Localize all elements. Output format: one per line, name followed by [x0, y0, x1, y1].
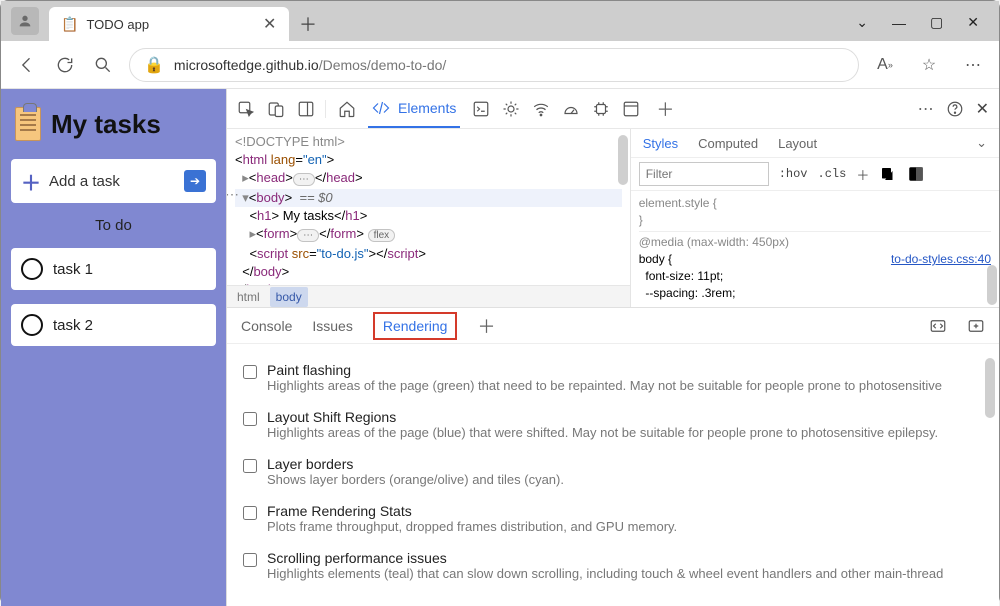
- maximize-button[interactable]: ▢: [930, 14, 943, 31]
- more-icon[interactable]: ⋯: [961, 53, 985, 77]
- new-rule-icon[interactable]: ＋: [856, 165, 869, 184]
- tab-issues[interactable]: Issues: [312, 318, 352, 334]
- expand-drawer-icon[interactable]: [929, 317, 947, 335]
- memory-icon[interactable]: [592, 100, 610, 118]
- network-icon[interactable]: [532, 100, 550, 118]
- devtools: Elements ＋ ⋯ ✕ ⋯ <!DOCTYPE html> <html l…: [226, 89, 999, 606]
- rendering-options: Paint flashingHighlights areas of the pa…: [227, 344, 999, 599]
- new-tab-button[interactable]: ＋: [293, 9, 323, 39]
- plus-icon: ＋: [21, 167, 41, 196]
- option-layout-shift: Layout Shift RegionsHighlights areas of …: [243, 401, 983, 448]
- back-button[interactable]: [15, 53, 39, 77]
- tab-elements[interactable]: Elements: [368, 89, 460, 128]
- task-item[interactable]: task 1: [11, 248, 216, 290]
- window-titlebar: 📋 TODO app ✕ ＋ ⌄ ― ▢ ✕: [1, 1, 999, 41]
- tab-console[interactable]: Console: [241, 318, 292, 334]
- collapse-drawer-icon[interactable]: [967, 317, 985, 335]
- lock-icon: 🔒: [144, 55, 164, 75]
- chevron-down-icon[interactable]: ⌄: [856, 14, 868, 31]
- breadcrumb[interactable]: html body: [227, 285, 630, 307]
- more-drawer-tabs[interactable]: ＋: [477, 313, 495, 339]
- section-heading: To do: [11, 217, 216, 234]
- help-icon[interactable]: [946, 100, 964, 118]
- scrollbar[interactable]: [618, 135, 628, 185]
- welcome-icon[interactable]: [338, 100, 356, 118]
- inspect-icon[interactable]: [237, 100, 255, 118]
- css-rules[interactable]: element.style { } @media (max-width: 450…: [631, 191, 999, 306]
- submit-task-button[interactable]: ➔: [184, 170, 206, 192]
- checkbox[interactable]: [243, 553, 257, 567]
- copy-changes-icon[interactable]: [879, 165, 897, 183]
- font-editor-icon[interactable]: [907, 165, 925, 183]
- performance-icon[interactable]: [562, 100, 580, 118]
- todo-app: My tasks ＋ Add a task ➔ To do task 1 tas…: [1, 89, 226, 606]
- address-bar[interactable]: 🔒 microsoftedge.github.io/Demos/demo-to-…: [129, 48, 859, 82]
- page-icon: 📋: [61, 16, 78, 33]
- styles-pane: Styles Computed Layout ⌄ :hov .cls ＋ ele…: [630, 129, 999, 307]
- scrollbar[interactable]: [985, 358, 995, 418]
- styles-filter-input[interactable]: [639, 162, 769, 186]
- device-toggle-icon[interactable]: [267, 100, 285, 118]
- option-scroll-perf: Scrolling performance issuesHighlights e…: [243, 542, 983, 589]
- profile-avatar[interactable]: [11, 7, 39, 35]
- option-layer-borders: Layer bordersShows layer borders (orange…: [243, 448, 983, 495]
- search-icon[interactable]: [91, 53, 115, 77]
- minimize-button[interactable]: ―: [892, 15, 906, 31]
- tab-close-icon[interactable]: ✕: [263, 14, 277, 34]
- dock-side-icon[interactable]: [297, 100, 315, 118]
- sources-icon[interactable]: [502, 100, 520, 118]
- add-task-input[interactable]: ＋ Add a task ➔: [11, 159, 216, 203]
- devtools-drawer: Console Issues Rendering ＋ Paint flashin…: [227, 307, 999, 606]
- close-window-button[interactable]: ✕: [967, 14, 979, 31]
- tab-computed[interactable]: Computed: [698, 136, 758, 151]
- task-checkbox[interactable]: [21, 258, 43, 280]
- task-checkbox[interactable]: [21, 314, 43, 336]
- option-frame-stats: Frame Rendering StatsPlots frame through…: [243, 495, 983, 542]
- devtools-toolbar: Elements ＋ ⋯ ✕: [227, 89, 999, 129]
- refresh-button[interactable]: [53, 53, 77, 77]
- task-label: task 1: [53, 261, 93, 278]
- dom-more-icon[interactable]: ⋯: [227, 185, 240, 203]
- code-icon: [372, 99, 390, 117]
- task-item[interactable]: task 2: [11, 304, 216, 346]
- tab-rendering[interactable]: Rendering: [373, 312, 458, 340]
- checkbox[interactable]: [243, 506, 257, 520]
- app-title: My tasks: [51, 109, 161, 140]
- hov-toggle[interactable]: :hov: [779, 167, 808, 181]
- dom-tree[interactable]: ⋯ <!DOCTYPE html> <html lang="en"> ▸<hea…: [227, 129, 630, 307]
- close-devtools-button[interactable]: ✕: [976, 99, 989, 119]
- application-icon[interactable]: [622, 100, 640, 118]
- console-icon[interactable]: [472, 100, 490, 118]
- read-aloud-icon[interactable]: A»: [873, 53, 897, 77]
- more-icon[interactable]: ⋯: [918, 99, 934, 119]
- task-label: task 2: [53, 317, 93, 334]
- chevron-down-icon[interactable]: ⌄: [976, 135, 987, 151]
- tab-title: TODO app: [86, 17, 255, 32]
- more-tabs-button[interactable]: ＋: [656, 96, 674, 122]
- favorite-icon[interactable]: ☆: [917, 53, 941, 77]
- tab-styles[interactable]: Styles: [643, 136, 678, 151]
- cls-toggle[interactable]: .cls: [818, 167, 847, 181]
- option-paint-flashing: Paint flashingHighlights areas of the pa…: [243, 354, 983, 401]
- tab-layout[interactable]: Layout: [778, 136, 817, 151]
- checkbox[interactable]: [243, 412, 257, 426]
- checkbox[interactable]: [243, 365, 257, 379]
- add-task-label: Add a task: [49, 173, 176, 190]
- browser-tab[interactable]: 📋 TODO app ✕: [49, 7, 289, 41]
- clipboard-icon: [15, 107, 41, 141]
- scrollbar[interactable]: [987, 265, 997, 305]
- checkbox[interactable]: [243, 459, 257, 473]
- url-text: microsoftedge.github.io/Demos/demo-to-do…: [174, 57, 446, 73]
- source-link[interactable]: to-do-styles.css:40: [891, 251, 991, 268]
- url-bar: 🔒 microsoftedge.github.io/Demos/demo-to-…: [1, 41, 999, 89]
